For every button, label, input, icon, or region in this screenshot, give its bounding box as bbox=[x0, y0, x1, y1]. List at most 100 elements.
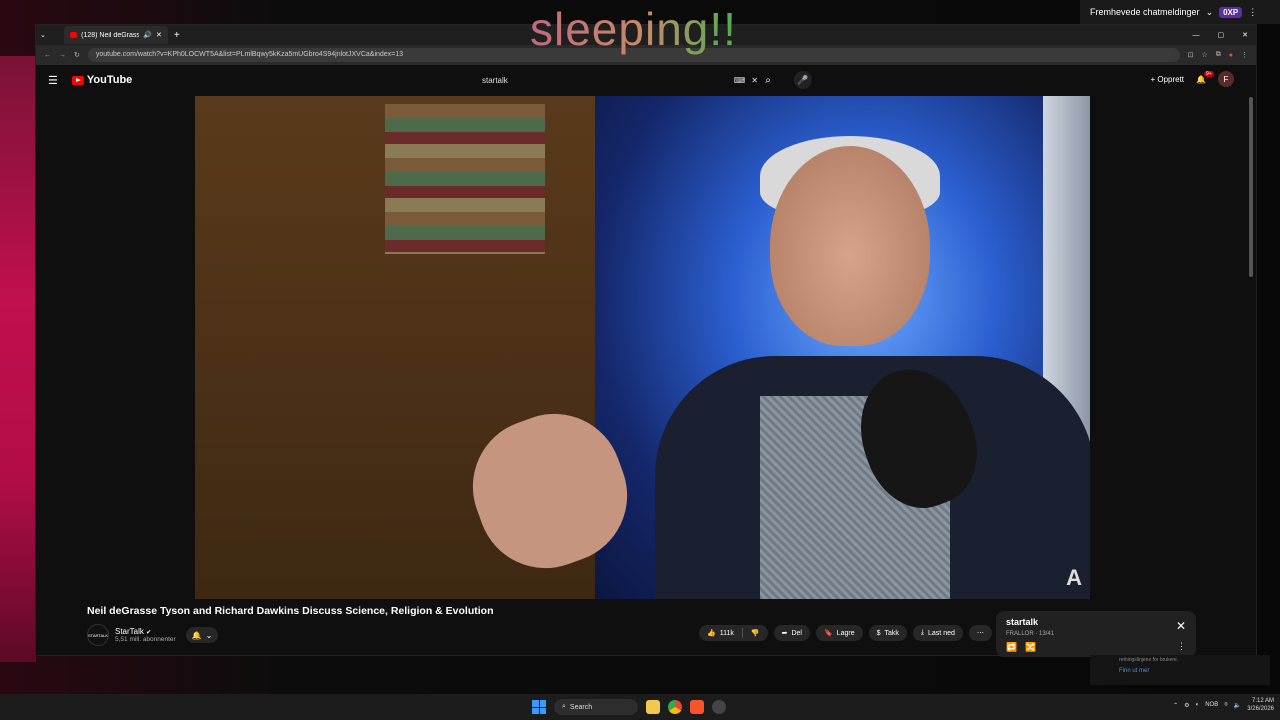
playlist-subtitle: FRALLOR · 13/41 bbox=[1006, 631, 1055, 637]
reload-icon[interactable]: ↻ bbox=[74, 51, 80, 59]
like-button[interactable]: 👍 111k 👎 bbox=[699, 625, 768, 641]
taskbar: ⌕ Search ⌃ ⚙ ◐ NOB ⌾ 🔈 7:12 AM 3/26/2026 bbox=[0, 694, 1280, 720]
clock[interactable]: 7:12 AM 3/26/2026 bbox=[1247, 697, 1274, 713]
system-tray: ⌃ ⚙ ◐ NOB ⌾ 🔈 7:12 AM 3/26/2026 bbox=[1173, 697, 1274, 713]
voice-search-button[interactable]: 🎤 bbox=[794, 71, 812, 89]
create-button[interactable]: + Opprett bbox=[1150, 75, 1184, 84]
close-window-icon[interactable]: ✕ bbox=[1242, 31, 1248, 39]
bookmark-star-icon[interactable]: ☆ bbox=[1201, 51, 1207, 59]
share-icon: ➦ bbox=[781, 630, 788, 637]
clear-search-icon[interactable]: ✕ bbox=[751, 76, 758, 85]
save-button[interactable]: 🔖 Lagre bbox=[815, 625, 863, 641]
chat-label[interactable]: Fremhevede chatmeldinger bbox=[1090, 7, 1200, 17]
speaker-head bbox=[770, 146, 930, 346]
profile-icon[interactable]: ● bbox=[1229, 52, 1233, 59]
start-icon[interactable] bbox=[532, 700, 546, 714]
share-button[interactable]: ➦ Del bbox=[773, 625, 810, 641]
more-icon: ⋯ bbox=[976, 630, 984, 637]
new-tab-icon[interactable]: + bbox=[174, 30, 180, 41]
save-icon: 🔖 bbox=[823, 630, 833, 637]
youtube-header: ☰ YouTube startalk ⌨ ✕ ⌕ 🎤 + Opprett 🔔 9+… bbox=[36, 65, 1256, 95]
search-query: startalk bbox=[482, 75, 508, 85]
video-title: Neil deGrasse Tyson and Richard Dawkins … bbox=[87, 605, 494, 617]
chevron-down-icon[interactable]: ⌄ bbox=[1206, 7, 1214, 18]
youtube-logo[interactable]: YouTube bbox=[71, 74, 132, 86]
share-label: Del bbox=[791, 629, 802, 637]
header-actions: + Opprett 🔔 9+ F bbox=[1150, 70, 1234, 87]
extensions-icon[interactable]: ⧉ bbox=[1216, 51, 1221, 59]
language-indicator[interactable]: NOB bbox=[1205, 702, 1218, 708]
chrome-icon[interactable] bbox=[668, 700, 682, 714]
overlay-text: sleeping!! bbox=[530, 3, 737, 55]
notification-text: retningslinjene for brukere. bbox=[1119, 657, 1179, 663]
search-button[interactable]: ⌕ bbox=[758, 71, 778, 89]
brave-icon[interactable] bbox=[690, 700, 704, 714]
file-explorer-icon[interactable] bbox=[646, 700, 660, 714]
chevron-down-icon: ⌄ bbox=[205, 630, 213, 640]
tab-youtube[interactable]: (128) Neil deGrasse Tyson 🔊 ✕ bbox=[63, 26, 168, 44]
youtube-play-icon bbox=[71, 75, 84, 85]
download-button[interactable]: ⤓ Last ned bbox=[912, 625, 963, 641]
xp-badge: 0XP bbox=[1219, 6, 1243, 18]
avatar[interactable]: F bbox=[1218, 71, 1234, 87]
books-scene bbox=[385, 104, 545, 254]
keyboard-icon[interactable]: ⌨ bbox=[734, 76, 746, 85]
taskbar-apps: ⌕ Search bbox=[532, 699, 726, 715]
playlist-controls: 🔁 🔀 bbox=[1006, 642, 1036, 653]
bell-icon: 🔔 bbox=[191, 630, 202, 640]
tab-list-icon[interactable]: ⌄ bbox=[40, 31, 46, 39]
playlist-title[interactable]: startalk bbox=[1006, 617, 1038, 627]
search-icon: ⌕ bbox=[765, 74, 771, 86]
youtube-favicon-icon bbox=[69, 32, 78, 38]
minimize-icon[interactable]: — bbox=[1193, 32, 1200, 39]
tray-app-icon[interactable]: ◐ bbox=[1196, 702, 1200, 708]
learn-more-link[interactable]: Finn ut mer bbox=[1119, 668, 1149, 674]
video-actions: 👍 111k 👎 ➦ Del 🔖 Lagre $ Takk ⤓ Last ned… bbox=[699, 625, 992, 641]
notifications-button[interactable]: 🔔 9+ bbox=[1196, 70, 1214, 84]
browser-window: ⌄ (128) Neil deGrasse Tyson 🔊 ✕ + — ▢ ✕ … bbox=[35, 24, 1257, 657]
settings-icon[interactable]: ⚙ bbox=[1184, 702, 1189, 709]
thanks-label: Takk bbox=[884, 629, 899, 637]
video-player[interactable]: A bbox=[195, 96, 1090, 599]
wifi-icon[interactable]: ⌾ bbox=[1224, 702, 1228, 709]
more-actions-button[interactable]: ⋯ bbox=[968, 625, 992, 641]
video-info: Neil deGrasse Tyson and Richard Dawkins … bbox=[87, 605, 494, 646]
menu-icon[interactable]: ⋮ bbox=[1241, 51, 1248, 59]
loop-icon[interactable]: 🔁 bbox=[1006, 642, 1017, 653]
volume-icon[interactable]: 🔈 bbox=[1234, 702, 1241, 709]
subscribe-bell-button[interactable]: 🔔 ⌄ bbox=[186, 627, 218, 643]
download-label: Last ned bbox=[928, 629, 955, 637]
more-icon[interactable]: ⋮ bbox=[1248, 7, 1257, 18]
search-input[interactable]: startalk ⌨ ✕ bbox=[482, 71, 758, 89]
forward-icon[interactable]: → bbox=[59, 52, 66, 59]
tab-title: (128) Neil deGrasse Tyson bbox=[81, 31, 140, 39]
page-scrollbar[interactable] bbox=[1249, 97, 1253, 277]
channel-info: STARTALK StarTalk ✔ 5,51 mill. abonnente… bbox=[87, 624, 176, 646]
app-icon[interactable] bbox=[712, 700, 726, 714]
chat-bar[interactable]: Fremhevede chatmeldinger ⌄ 0XP ⋮ bbox=[1080, 0, 1280, 24]
chevron-up-icon[interactable]: ⌃ bbox=[1173, 702, 1178, 709]
notification-count: 9+ bbox=[1204, 70, 1214, 77]
channel-avatar[interactable]: STARTALK bbox=[87, 624, 109, 646]
hamburger-menu-icon[interactable]: ☰ bbox=[48, 74, 58, 87]
more-icon[interactable]: ⋮ bbox=[1177, 641, 1186, 652]
taskbar-search[interactable]: ⌕ Search bbox=[554, 699, 638, 715]
install-icon[interactable]: ⊡ bbox=[1188, 51, 1194, 59]
close-icon[interactable]: ✕ bbox=[1176, 619, 1186, 633]
back-icon[interactable]: ← bbox=[44, 52, 51, 59]
shuffle-icon[interactable]: 🔀 bbox=[1025, 642, 1036, 653]
save-label: Lagre bbox=[836, 629, 855, 637]
audio-icon[interactable]: 🔊 bbox=[143, 31, 152, 39]
subscriber-count: 5,51 mill. abonnenter bbox=[115, 636, 176, 643]
channel-name[interactable]: StarTalk bbox=[115, 627, 144, 636]
startalk-logo-icon: A bbox=[1066, 565, 1082, 590]
maximize-icon[interactable]: ▢ bbox=[1218, 31, 1225, 39]
thumbs-down-icon[interactable]: 👎 bbox=[751, 629, 760, 637]
thanks-button[interactable]: $ Takk bbox=[868, 625, 907, 641]
playlist-panel: startalk FRALLOR · 13/41 ✕ 🔁 🔀 ⋮ bbox=[996, 611, 1196, 657]
taskbar-search-label: Search bbox=[569, 703, 593, 711]
like-count: 111k bbox=[719, 629, 734, 637]
close-tab-icon[interactable]: ✕ bbox=[156, 31, 162, 39]
create-label: Opprett bbox=[1157, 74, 1185, 84]
microphone-icon: 🎤 bbox=[797, 74, 809, 85]
